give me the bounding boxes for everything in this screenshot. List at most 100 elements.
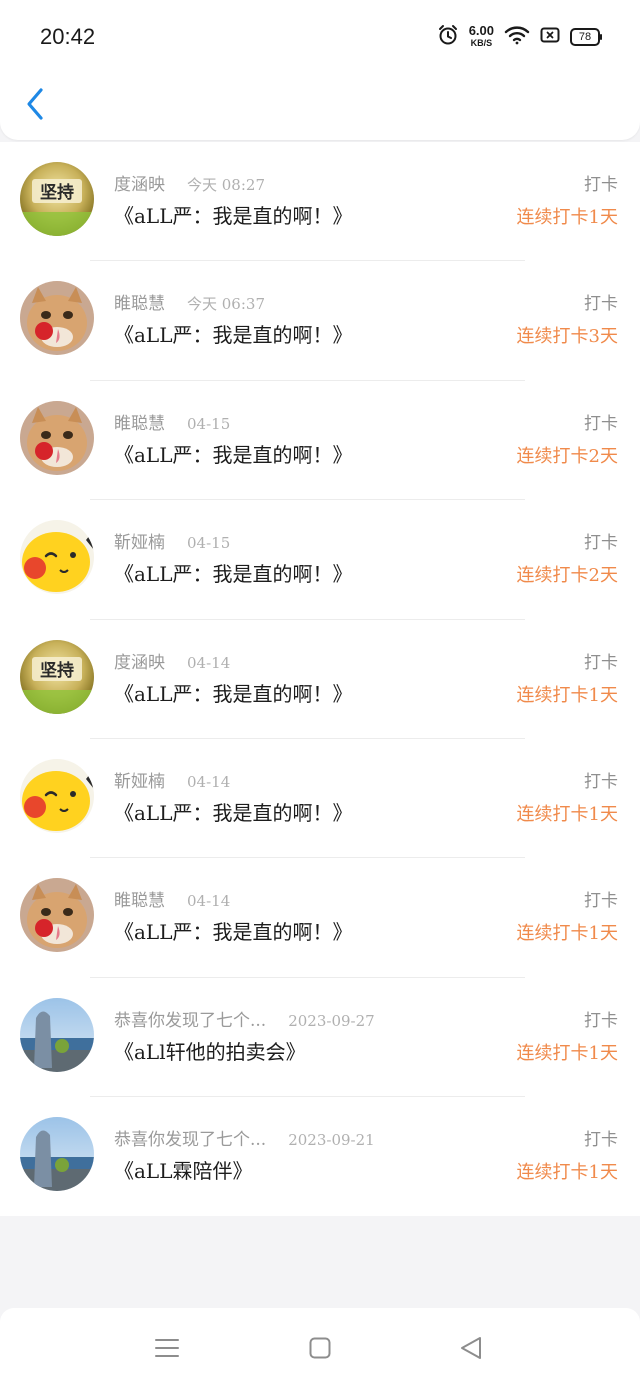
- user-name: 靳娅楠: [114, 533, 165, 554]
- item-meta: 靳娅楠 04-14: [114, 767, 230, 792]
- avatar-cat: [20, 400, 94, 475]
- item-time: 04-14: [187, 772, 231, 791]
- item-time: 今天 06:37: [187, 295, 265, 314]
- checkin-list: 坚持 度涵映 今天 08:27 《aLL严：我是直的啊！》 打卡 连续打卡1天 睢…: [0, 142, 640, 1216]
- avatar[interactable]: [20, 520, 94, 595]
- home-square-icon: [309, 1337, 331, 1359]
- chevron-left-icon: [27, 88, 43, 120]
- item-time: 04-15: [187, 414, 231, 433]
- back-nav-button[interactable]: [455, 1332, 487, 1364]
- avatar-pikachu: [20, 520, 94, 595]
- item-meta: 睢聪慧 04-15: [114, 409, 230, 434]
- list-item[interactable]: 睢聪慧 今天 06:37 《aLL严：我是直的啊！》 打卡 连续打卡3天: [0, 261, 640, 381]
- item-meta: 靳娅楠 04-15: [114, 528, 230, 553]
- alarm-icon: [437, 24, 459, 50]
- streak-count: 连续打卡1天: [516, 923, 618, 945]
- streak-count: 连续打卡1天: [516, 207, 618, 228]
- avatar[interactable]: [20, 1117, 94, 1192]
- streak-count: 连续打卡3天: [516, 326, 618, 348]
- item-meta: 度涵映 04-14: [114, 648, 230, 673]
- streak-count: 连续打卡1天: [516, 803, 618, 825]
- item-meta: 睢聪慧 04-14: [114, 886, 230, 911]
- system-navigation-bar: [0, 1308, 640, 1387]
- book-title: 《aLL严：我是直的啊！》: [114, 800, 353, 825]
- streak-count: 连续打卡1天: [516, 1162, 618, 1184]
- user-name: 恭喜你发现了七个...: [114, 1130, 267, 1151]
- user-name: 睢聪慧: [114, 294, 165, 315]
- list-item[interactable]: 恭喜你发现了七个... 2023-09-21 《aLL霖陪伴》 打卡 连续打卡1天: [0, 1097, 640, 1216]
- book-title: 《aLL严：我是直的啊！》: [114, 204, 353, 228]
- checkin-label: 打卡: [584, 771, 618, 792]
- avatar[interactable]: 坚持: [20, 639, 94, 714]
- item-time: 2023-09-27: [288, 1011, 375, 1030]
- avatar-landscape: [20, 1117, 94, 1192]
- user-name: 度涵映: [114, 175, 165, 195]
- streak-count: 连续打卡2天: [516, 565, 618, 587]
- menu-button[interactable]: [151, 1332, 183, 1364]
- checkin-label: 打卡: [584, 891, 618, 912]
- back-triangle-icon: [461, 1337, 481, 1359]
- item-time: 04-14: [187, 653, 231, 672]
- sim-off-icon: [540, 27, 560, 47]
- list-item[interactable]: 恭喜你发现了七个... 2023-09-27 《aLl轩他的拍卖会》 打卡 连续打…: [0, 978, 640, 1098]
- book-title: 《aLL严：我是直的啊！》: [114, 442, 353, 467]
- avatar-cat: [20, 878, 94, 953]
- item-meta: 度涵映 今天 08:27: [114, 170, 265, 195]
- status-icons: 6.00 KB/S 78: [437, 23, 602, 50]
- battery-icon: 78: [570, 28, 602, 46]
- book-title: 《aLl轩他的拍卖会》: [114, 1039, 306, 1064]
- checkin-label: 打卡: [584, 652, 618, 673]
- avatar-badge: 坚持: [20, 162, 94, 236]
- app-header: 20:42 6.00 KB/S 78: [0, 0, 640, 140]
- checkin-label: 打卡: [584, 294, 618, 315]
- checkin-label: 打卡: [584, 1010, 618, 1031]
- status-time: 20:42: [40, 24, 96, 49]
- item-meta: 恭喜你发现了七个... 2023-09-27: [114, 1006, 375, 1031]
- wifi-icon: [504, 25, 530, 49]
- item-time: 今天 08:27: [187, 176, 265, 194]
- streak-count: 连续打卡1天: [516, 1042, 618, 1064]
- item-time: 04-14: [187, 892, 231, 911]
- list-item[interactable]: 坚持 度涵映 今天 08:27 《aLL严：我是直的啊！》 打卡 连续打卡1天: [0, 142, 640, 262]
- avatar[interactable]: [20, 758, 94, 833]
- network-speed: 6.00 KB/S: [468, 23, 494, 48]
- checkin-label: 打卡: [584, 533, 618, 554]
- checkin-label: 打卡: [584, 1130, 618, 1151]
- avatar-cat: [20, 281, 94, 356]
- user-name: 恭喜你发现了七个...: [114, 1010, 267, 1031]
- avatar-badge-text: 坚持: [40, 182, 74, 203]
- book-title: 《aLL严：我是直的啊！》: [114, 920, 353, 945]
- avatar-badge-text: 坚持: [40, 660, 74, 681]
- user-name: 睢聪慧: [114, 891, 165, 912]
- item-time: 2023-09-21: [288, 1131, 375, 1150]
- book-title: 《aLL严：我是直的啊！》: [114, 681, 353, 706]
- item-meta: 睢聪慧 今天 06:37: [114, 289, 265, 314]
- item-time: 04-15: [187, 534, 231, 553]
- avatar-pikachu: [20, 758, 94, 833]
- avatar[interactable]: [20, 878, 94, 953]
- avatar[interactable]: [20, 400, 94, 475]
- avatar[interactable]: 坚持: [20, 162, 94, 236]
- user-name: 睢聪慧: [114, 413, 165, 434]
- back-button[interactable]: [20, 86, 50, 122]
- list-item[interactable]: 坚持 度涵映 04-14 《aLL严：我是直的啊！》 打卡 连续打卡1天: [0, 620, 640, 739]
- home-button[interactable]: [304, 1332, 336, 1364]
- avatar[interactable]: [20, 997, 94, 1072]
- list-item[interactable]: 睢聪慧 04-14 《aLL严：我是直的啊！》 打卡 连续打卡1天: [0, 858, 640, 978]
- streak-count: 连续打卡1天: [516, 684, 618, 706]
- checkin-label: 打卡: [584, 413, 618, 434]
- list-item[interactable]: 睢聪慧 04-15 《aLL严：我是直的啊！》 打卡 连续打卡2天: [0, 381, 640, 501]
- book-title: 《aLL严：我是直的啊！》: [114, 562, 353, 587]
- book-title: 《aLL霖陪伴》: [114, 1159, 253, 1184]
- item-meta: 恭喜你发现了七个... 2023-09-21: [114, 1125, 375, 1150]
- net-speed-value: 6.00: [468, 23, 494, 38]
- net-speed-unit: KB/S: [470, 38, 493, 48]
- list-item[interactable]: 靳娅楠 04-14 《aLL严：我是直的啊！》 打卡 连续打卡1天: [0, 739, 640, 859]
- book-title: 《aLL严：我是直的啊！》: [114, 323, 353, 348]
- menu-icon: [155, 1339, 179, 1357]
- list-item[interactable]: 靳娅楠 04-15 《aLL严：我是直的啊！》 打卡 连续打卡2天: [0, 500, 640, 620]
- avatar-badge: 坚持: [20, 639, 94, 714]
- streak-count: 连续打卡2天: [516, 445, 618, 467]
- avatar[interactable]: [20, 281, 94, 356]
- user-name: 度涵映: [114, 652, 165, 673]
